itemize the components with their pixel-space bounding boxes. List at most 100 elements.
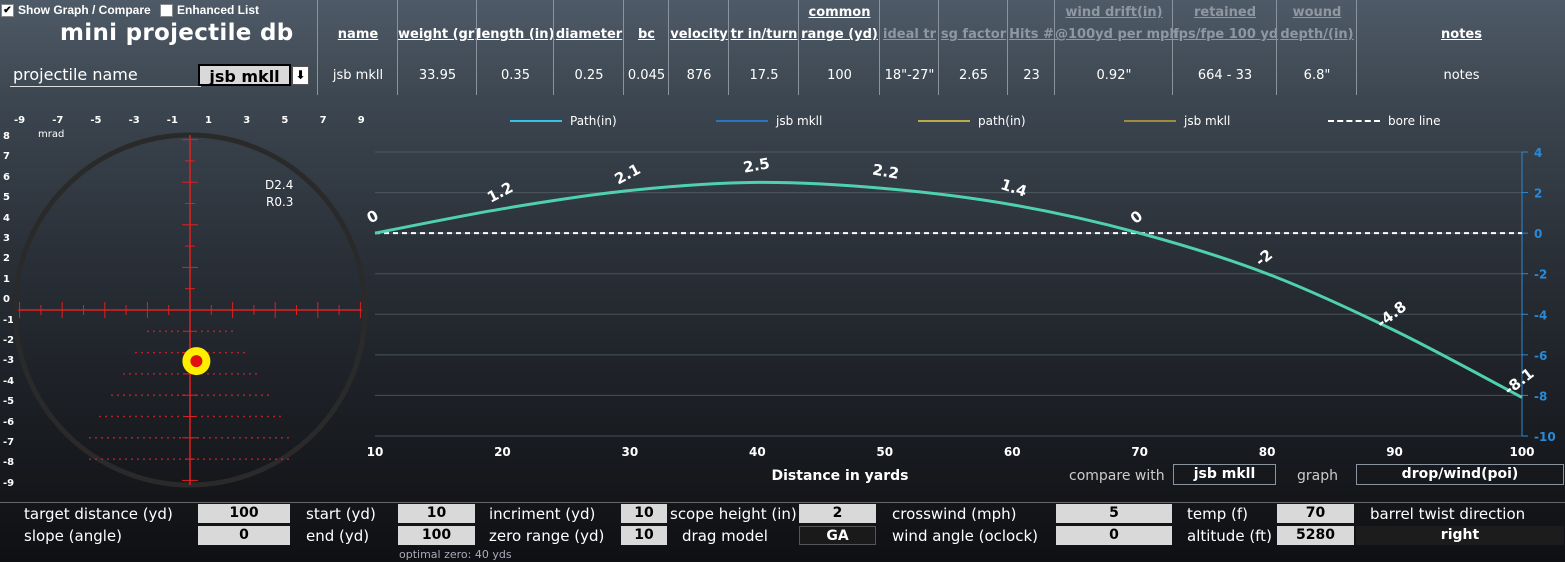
y-tick-label: -10 [1534,430,1556,444]
projectile-select[interactable]: jsb mkll [198,64,291,86]
holdover-dot [117,394,119,397]
legend-label: jsb mkll [776,114,823,128]
holdover-dot [231,330,233,333]
holdover-dot [155,458,157,460]
column-wound: wound depth/(in) 6.8" [1276,0,1357,95]
holdover-dot [207,394,209,397]
data-label: 2.5 [742,154,771,176]
compare-select[interactable]: jsb mkll [1173,464,1276,485]
start-field[interactable]: 10 [398,504,475,523]
holdover-dot [281,458,283,460]
holdover-dot [105,415,107,418]
holdover-dot [153,351,155,354]
holdover-dot [95,436,97,439]
cell-hits: 23 [1023,68,1040,83]
holdover-dot [185,436,187,439]
holdover-dot [171,415,173,418]
holdover-dot [249,373,251,375]
holdover-dot [95,458,97,460]
drag-model-select[interactable]: GA [799,526,876,545]
x-axis-label: Distance in yards [771,468,909,484]
holdover-dot [119,436,121,439]
holdover-dot [287,436,289,439]
holdover-dot [207,330,209,333]
holdover-dot [129,394,131,397]
holdover-dot [159,330,161,333]
increment-field[interactable]: 10 [621,504,667,523]
holdover-dot [189,394,191,397]
legend-label: jsb mkll [1184,114,1231,128]
altitude-field[interactable]: 5280 [1277,526,1354,545]
wind-angle-field[interactable]: 0 [1056,526,1172,545]
compare-label: compare with [1069,468,1165,484]
cell-wound: 6.8" [1303,68,1331,83]
y-tick-label: -6 [1534,349,1547,363]
increment-label: incriment (yd) [489,505,596,523]
holdover-dot [111,394,113,397]
holdover-dot [161,458,163,460]
holdover-dot [213,330,215,333]
holdover-dot [159,394,161,397]
show-graph-label: Show Graph / Compare [18,3,151,17]
holdover-dot [201,330,203,333]
data-label: -4.8 [1373,297,1410,331]
holdover-dot [129,415,131,418]
crosswind-field[interactable]: 5 [1056,504,1172,523]
wind-angle-label: wind angle (oclock) [892,527,1039,545]
column-name: name jsb mkll [317,0,398,95]
holdover-dot [159,415,161,418]
end-field[interactable]: 100 [398,526,475,545]
x-tick-label: 40 [749,445,766,459]
holdover-dot [225,394,227,397]
holdover-dot [263,458,265,460]
legend-item: path(in) [918,114,1026,128]
reticle-top-tick: -5 [90,115,102,126]
holdover-dot [263,436,265,439]
holdover-dot [213,394,215,397]
graph-type-select[interactable]: drop/wind(poi) [1356,464,1564,485]
twist-direction-select[interactable]: right [1356,526,1564,545]
data-label: -8.1 [1500,364,1537,398]
holdover-dot [113,436,115,439]
dropdown-arrow-icon[interactable]: ⬇ [292,66,309,85]
holdover-dot [125,436,127,439]
column-header-weight: weight (gr) [398,27,481,42]
holdover-dot [131,458,133,460]
holdover-dot [149,436,151,439]
holdover-dot [209,458,211,460]
show-graph-checkbox[interactable]: ✔ Show Graph / Compare [1,3,151,17]
column-tr: tr in/turn 17.5 [728,0,799,95]
holdover-dot [267,415,269,418]
legend-swatch [918,120,970,122]
column-header-velocity: velocity [670,27,728,42]
slope-field[interactable]: 0 [198,526,290,545]
holdover-dot [125,458,127,460]
holdover-dot [149,458,151,460]
holdover-dot [123,373,125,375]
holdover-dot [197,458,199,460]
enhanced-list-checkbox[interactable]: Enhanced List [160,3,259,17]
holdover-dot [225,373,227,375]
y-tick-label: 2 [1534,187,1542,201]
zero-range-field[interactable]: 10 [621,526,667,545]
legend-item: bore line [1328,114,1440,128]
zero-range-label: zero range (yd) [489,527,605,545]
holdover-dot [177,351,179,354]
holdover-dot [135,394,137,397]
holdover-dot [257,436,259,439]
scope-height-field[interactable]: 2 [799,504,876,523]
target-distance-field[interactable]: 100 [198,504,290,523]
holdover-dot [261,394,263,397]
x-tick-label: 50 [876,445,893,459]
holdover-dot [255,415,257,418]
x-tick-label: 60 [1004,445,1021,459]
holdover-dot [153,394,155,397]
holdover-dot [233,458,235,460]
column-header-wind: wind drift(in) [1065,5,1163,20]
holdover-dot [287,458,289,460]
temp-field[interactable]: 70 [1277,504,1354,523]
holdover-dot [215,436,217,439]
holdover-dot [195,330,197,333]
twist-direction-label: barrel twist direction [1370,505,1526,523]
holdover-dot [89,458,91,460]
